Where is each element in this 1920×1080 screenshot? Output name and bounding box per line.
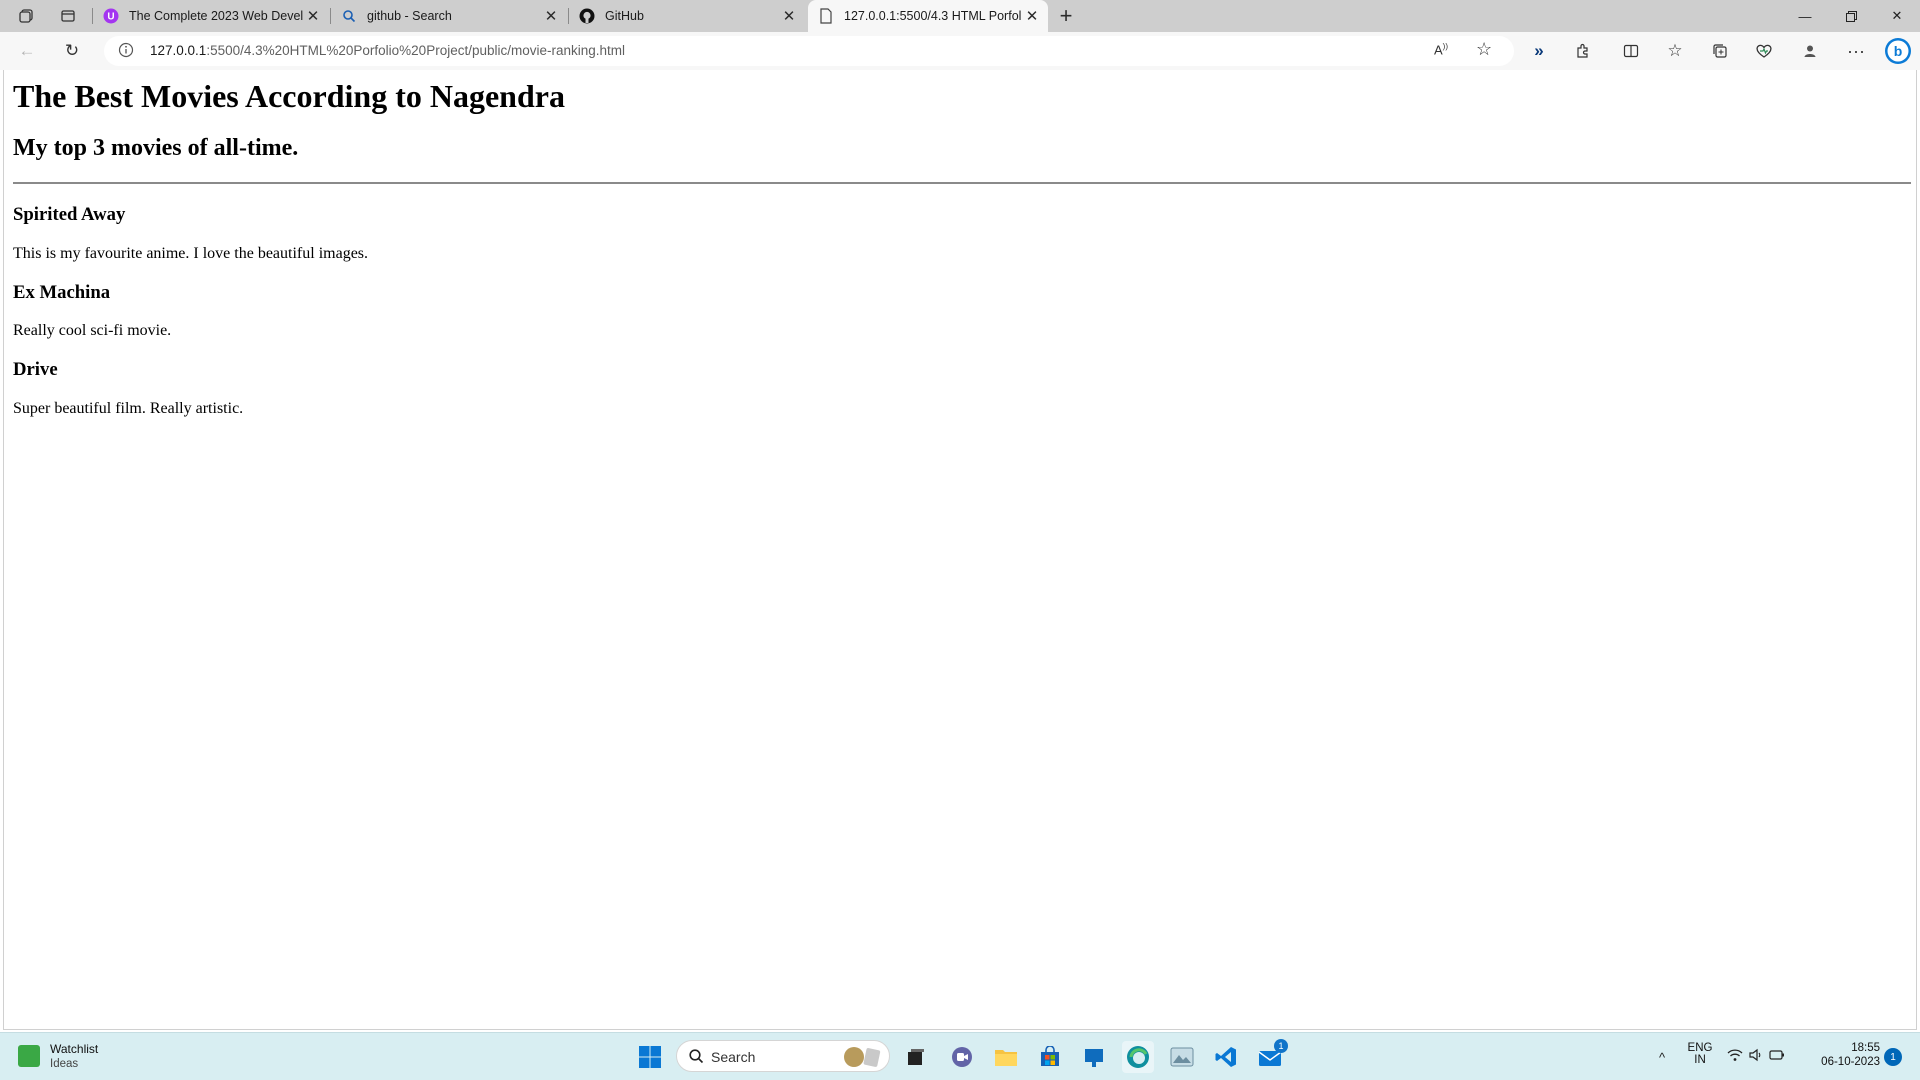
browser-essentials-icon[interactable] xyxy=(1749,38,1779,64)
search-icon xyxy=(689,1049,704,1069)
address-bar[interactable]: 127.0.0.1:5500/4.3%20HTML%20Porfolio%20P… xyxy=(104,36,1514,66)
notification-badge[interactable]: 1 xyxy=(1884,1048,1902,1066)
language-indicator[interactable]: ENG IN xyxy=(1682,1042,1718,1066)
tab-movie-ranking[interactable]: 127.0.0.1:5500/4.3 HTML Porfolic ✕ xyxy=(808,0,1048,32)
widget-title: Watchlist xyxy=(50,1042,99,1056)
watchlist-icon xyxy=(18,1045,40,1067)
svg-text:U: U xyxy=(107,12,114,23)
widget-subtitle: Ideas xyxy=(50,1058,79,1070)
restore-button[interactable] xyxy=(1828,0,1874,32)
tab-title: 127.0.0.1:5500/4.3 HTML Porfolic xyxy=(844,9,1022,23)
mail-icon[interactable]: 1 xyxy=(1254,1039,1288,1073)
close-tab-icon[interactable]: ✕ xyxy=(779,6,799,26)
taskbar: Watchlist Ideas Search 1 ^ ENG IN 18:55 … xyxy=(0,1032,1920,1080)
region-code: IN xyxy=(1694,1054,1706,1066)
microsoft-store-icon[interactable] xyxy=(1034,1041,1066,1073)
split-screen-icon[interactable] xyxy=(1616,38,1646,64)
favorites-icon[interactable]: ☆ xyxy=(1660,38,1690,64)
workspaces-icon[interactable] xyxy=(8,3,44,29)
tab-title: GitHub xyxy=(605,9,644,23)
tab-udemy[interactable]: U The Complete 2023 Web Develo ✕ xyxy=(93,0,329,32)
collections-icon[interactable] xyxy=(1705,38,1735,64)
start-button[interactable] xyxy=(634,1041,666,1073)
page-title: The Best Movies According to Nagendra xyxy=(13,78,565,114)
widgets-button[interactable]: Watchlist Ideas xyxy=(18,1042,98,1070)
teams-chat-icon[interactable] xyxy=(946,1041,978,1073)
search-icon xyxy=(341,8,357,24)
task-view-icon[interactable] xyxy=(900,1041,932,1073)
browser-toolbar: ← ↻ 127.0.0.1:5500/4.3%20HTML%20Porfolio… xyxy=(0,32,1920,70)
favorite-star-icon[interactable]: ☆ xyxy=(1476,39,1492,60)
page-icon xyxy=(818,8,834,24)
page-viewport: The Best Movies According to Nagendra My… xyxy=(3,70,1917,1030)
info-icon[interactable] xyxy=(118,42,134,63)
tab-actions-icon[interactable] xyxy=(50,3,86,29)
movie-title: Drive xyxy=(13,359,58,380)
url-text[interactable]: 127.0.0.1:5500/4.3%20HTML%20Porfolio%20P… xyxy=(150,43,625,58)
minimize-button[interactable]: — xyxy=(1782,0,1828,32)
language-code: ENG xyxy=(1687,1042,1713,1054)
movie-description: Super beautiful film. Really artistic. xyxy=(13,400,244,417)
github-icon xyxy=(579,8,595,24)
volume-icon xyxy=(1749,1048,1763,1067)
photos-icon[interactable] xyxy=(1166,1041,1198,1073)
tab-github[interactable]: GitHub ✕ xyxy=(569,0,805,32)
mail-badge: 1 xyxy=(1274,1039,1288,1053)
movie-description: Really cool sci-fi movie. xyxy=(13,322,172,339)
clock[interactable]: 18:55 06-10-2023 xyxy=(1806,1042,1880,1068)
search-label: Search xyxy=(711,1049,756,1065)
movie-description: This is my favourite anime. I love the b… xyxy=(13,245,369,262)
udemy-icon: U xyxy=(103,8,119,24)
clock-date: 06-10-2023 xyxy=(1821,1056,1880,1068)
battery-icon xyxy=(1769,1048,1785,1066)
extensions-forward-icon[interactable]: » xyxy=(1524,38,1554,64)
movie-title: Ex Machina xyxy=(13,282,111,303)
vscode-icon[interactable] xyxy=(1210,1041,1242,1073)
page-subtitle: My top 3 movies of all-time. xyxy=(13,135,299,161)
tab-title: The Complete 2023 Web Develo xyxy=(129,9,303,23)
whiteboard-icon[interactable] xyxy=(1078,1041,1110,1073)
system-status-group[interactable] xyxy=(1724,1041,1788,1073)
close-tab-icon[interactable]: ✕ xyxy=(303,6,323,26)
close-tab-icon[interactable]: ✕ xyxy=(541,6,561,26)
tab-github-search[interactable]: github - Search ✕ xyxy=(331,0,567,32)
extensions-icon[interactable] xyxy=(1568,38,1598,64)
refresh-button[interactable]: ↻ xyxy=(57,38,87,64)
file-explorer-icon[interactable] xyxy=(990,1041,1022,1073)
close-tab-icon[interactable]: ✕ xyxy=(1022,6,1042,26)
taskbar-search[interactable]: Search xyxy=(676,1040,890,1072)
copilot-icon[interactable]: b xyxy=(1883,38,1913,64)
more-options-icon[interactable]: ··· xyxy=(1841,38,1871,64)
wifi-icon xyxy=(1727,1048,1743,1067)
show-hidden-icons-icon[interactable]: ^ xyxy=(1646,1041,1678,1073)
browser-titlebar: U The Complete 2023 Web Develo ✕ github … xyxy=(0,0,1920,32)
read-aloud-icon[interactable]: A)) xyxy=(1434,42,1448,57)
movie-title: Spirited Away xyxy=(13,204,126,225)
search-highlight-icon xyxy=(843,1046,883,1073)
close-window-button[interactable]: ✕ xyxy=(1874,0,1920,32)
profile-icon[interactable] xyxy=(1795,38,1825,64)
back-button[interactable]: ← xyxy=(12,38,42,64)
tab-title: github - Search xyxy=(367,9,452,23)
clock-time: 18:55 xyxy=(1851,1042,1880,1054)
edge-browser-icon[interactable] xyxy=(1122,1041,1154,1073)
new-tab-button[interactable]: + xyxy=(1048,3,1084,29)
svg-text:b: b xyxy=(1894,43,1903,59)
divider xyxy=(13,182,1911,184)
